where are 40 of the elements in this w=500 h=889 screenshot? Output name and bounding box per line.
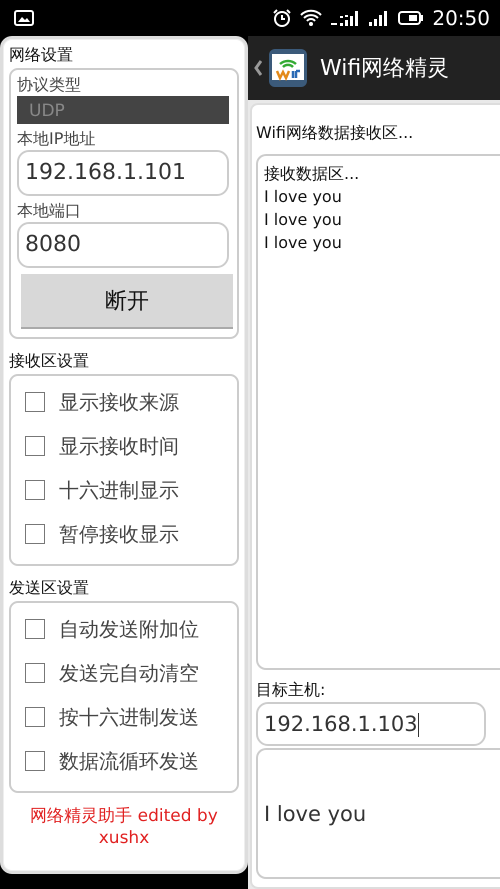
alarm-icon <box>272 8 292 28</box>
checkbox-label[interactable]: 数据流循环发送 <box>59 748 199 774</box>
section-title: 接收区设置 <box>9 351 90 372</box>
checkbox[interactable] <box>25 619 45 639</box>
back-chevron-icon[interactable] <box>254 60 262 76</box>
target-host-field[interactable]: 192.168.1.103 <box>256 702 486 746</box>
checkbox-label[interactable]: 自动发送附加位 <box>59 616 199 642</box>
receive-text-area[interactable]: 接收数据区... I love you I love you I love you <box>256 154 500 670</box>
checkbox[interactable] <box>25 663 45 683</box>
footer-credit: 网络精灵助手 edited by xushx <box>29 805 219 849</box>
input-field[interactable]: 192.168.1.101 <box>17 150 229 196</box>
clock-time: 20:50 <box>432 6 490 30</box>
field-label: 本地端口 <box>17 200 82 222</box>
field-label: 协议类型 <box>17 74 82 96</box>
wifi-icon <box>300 9 322 27</box>
checkbox-label[interactable]: 暂停接收显示 <box>59 520 179 548</box>
checkbox-label[interactable]: 显示接收来源 <box>59 388 179 416</box>
section-title: 网络设置 <box>9 45 74 66</box>
checkbox-label[interactable]: 显示接收时间 <box>59 432 179 460</box>
checkbox[interactable] <box>25 480 45 500</box>
app-title: Wifi网络精灵 <box>320 55 450 83</box>
checkbox-label[interactable]: 十六进制显示 <box>59 476 179 504</box>
image-icon <box>14 10 34 26</box>
checkbox-label[interactable]: 发送完自动清空 <box>59 660 199 686</box>
input-field[interactable]: 8080 <box>17 222 229 268</box>
field-label: 本地IP地址 <box>17 128 96 150</box>
checkbox[interactable] <box>25 751 45 771</box>
battery-icon <box>398 10 424 26</box>
field-label: 目标主机: <box>256 680 326 700</box>
checkbox[interactable] <box>25 707 45 727</box>
checkbox[interactable] <box>25 524 45 544</box>
checkbox[interactable] <box>25 436 45 456</box>
checkbox-label[interactable]: 按十六进制发送 <box>59 704 199 730</box>
disconnect-button[interactable]: 断开 <box>21 274 233 329</box>
section-title: Wifi网络数据接收区... <box>256 123 414 144</box>
signal-icon <box>330 9 360 27</box>
app-wifi-icon <box>268 48 308 88</box>
section-title: 发送区设置 <box>9 578 90 599</box>
checkbox[interactable] <box>25 392 45 412</box>
send-text-area[interactable]: I love you <box>256 748 500 879</box>
